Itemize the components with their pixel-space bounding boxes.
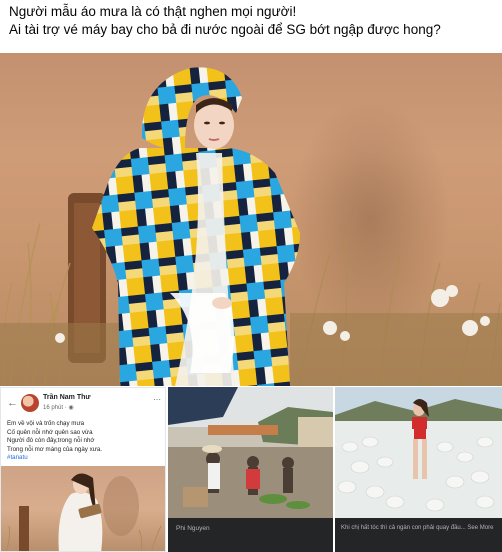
- timestamp-text: 16 phút ·: [43, 405, 69, 411]
- market-caption[interactable]: Phi Nguyen: [176, 525, 210, 532]
- more-icon[interactable]: ⋯: [153, 395, 161, 404]
- embedded-post-photo: [1, 466, 165, 551]
- raincoat-model-illustration: [0, 67, 502, 386]
- ao-dai-model-illustration: [6, 473, 162, 551]
- avatar[interactable]: [21, 394, 39, 412]
- main-photo-raincoat-model[interactable]: [0, 53, 502, 386]
- duck-caption-bar: Khi chị hất tóc thì cả ngàn con phải qua…: [335, 518, 502, 552]
- market-caption-bar: Phi Nguyen: [168, 518, 333, 552]
- post-caption: Người mẫu áo mưa là có thật nghen mọi ng…: [9, 3, 497, 39]
- globe-icon: ◉: [68, 405, 74, 411]
- poem-line: Trong nỗi mơ màng của ngày xưa.: [7, 445, 102, 453]
- author-name[interactable]: Trần Nam Thư: [43, 394, 90, 401]
- duck-caption[interactable]: Khi chị hất tóc thì cả ngàn con phải qua…: [341, 525, 493, 531]
- facebook-post: Người mẫu áo mưa là có thật nghen mọi ng…: [0, 0, 502, 552]
- poem-line: Em về vội và trốn chạy mưa: [7, 420, 85, 427]
- duck-field-illustration: [335, 387, 502, 518]
- poem-line: Cố quên nỗi nhớ quên sao vừa: [7, 428, 93, 436]
- caption-line-2: Ai tài trợ vé máy bay cho bả đi nước ngo…: [9, 22, 441, 37]
- caption-line-1: Người mẫu áo mưa là có thật nghen mọi ng…: [9, 4, 297, 19]
- street-market-illustration: [168, 387, 333, 518]
- arrow-left-icon[interactable]: ←: [7, 397, 18, 409]
- embedded-post-header: ← Trần Nam Thư 16 phút · ◉ ⋯: [7, 394, 163, 416]
- tile-embedded-post[interactable]: ← Trần Nam Thư 16 phút · ◉ ⋯ Em về vội v…: [0, 387, 166, 552]
- post-timestamp: 16 phút · ◉: [43, 404, 74, 411]
- embedded-post-text: Em về vội và trốn chạy mưa Cố quên nỗi n…: [7, 420, 163, 463]
- photo-grid: ← Trần Nam Thư 16 phút · ◉ ⋯ Em về vội v…: [0, 387, 502, 552]
- tile-market-photo[interactable]: Phi Nguyen: [168, 387, 333, 552]
- tile-duck-photo[interactable]: Khi chị hất tóc thì cả ngàn con phải qua…: [335, 387, 502, 552]
- poem-line: Người đó còn đây,trong nỗi nhớ: [7, 437, 95, 445]
- hashtag-link[interactable]: #tanatu: [7, 454, 163, 463]
